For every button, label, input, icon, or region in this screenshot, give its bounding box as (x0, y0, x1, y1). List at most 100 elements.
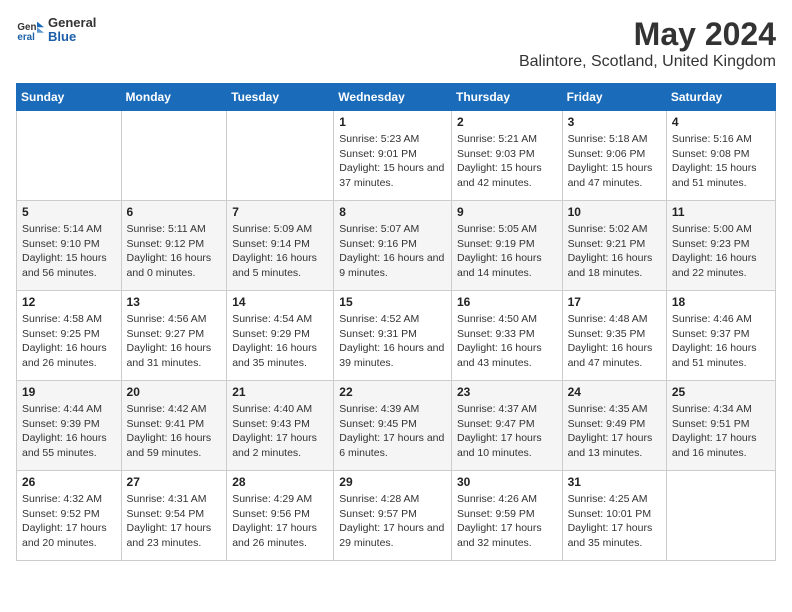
calendar-cell: 21 Sunrise: 4:40 AM Sunset: 9:43 PM Dayli… (227, 381, 334, 471)
calendar-cell: 6Sunrise: 5:11 AM Sunset: 9:12 PM Daylig… (121, 201, 227, 291)
day-info: Sunrise: 4:52 AM Sunset: 9:31 PM Dayligh… (339, 312, 446, 371)
day-info: Sunrise: 4:34 AM Sunset: 9:51 PM Dayligh… (672, 402, 770, 461)
day-info: Sunrise: 5:00 AM Sunset: 9:23 PM Dayligh… (672, 222, 770, 281)
calendar-cell: 20 Sunrise: 4:42 AM Sunset: 9:41 PM Dayli… (121, 381, 227, 471)
week-row-5: 26 Sunrise: 4:32 AM Sunset: 9:52 PM Dayli… (17, 471, 776, 561)
calendar-cell: 24 Sunrise: 4:35 AM Sunset: 9:49 PM Dayli… (562, 381, 666, 471)
day-number: 7 (232, 205, 328, 219)
calendar-cell: 2 Sunrise: 5:21 AM Sunset: 9:03 PM Daylig… (451, 111, 562, 201)
header: Gen eral General Blue May 2024 Balintore… (16, 16, 776, 71)
day-number: 15 (339, 295, 446, 309)
svg-text:eral: eral (17, 32, 35, 43)
day-number: 2 (457, 115, 557, 129)
day-number: 30 (457, 475, 557, 489)
day-info: Sunrise: 4:42 AM Sunset: 9:41 PM Dayligh… (127, 402, 222, 461)
calendar-cell: 26 Sunrise: 4:32 AM Sunset: 9:52 PM Dayli… (17, 471, 122, 561)
calendar-cell: 9Sunrise: 5:05 AM Sunset: 9:19 PM Daylig… (451, 201, 562, 291)
calendar-cell (121, 111, 227, 201)
weekday-header-row: SundayMondayTuesdayWednesdayThursdayFrid… (17, 84, 776, 111)
calendar-cell: 28Sunrise: 4:29 AM Sunset: 9:56 PM Dayli… (227, 471, 334, 561)
calendar-cell: 13 Sunrise: 4:56 AM Sunset: 9:27 PM Dayli… (121, 291, 227, 381)
day-info: Sunrise: 4:37 AM Sunset: 9:47 PM Dayligh… (457, 402, 557, 461)
calendar-cell: 30 Sunrise: 4:26 AM Sunset: 9:59 PM Dayli… (451, 471, 562, 561)
day-info: Sunrise: 5:18 AM Sunset: 9:06 PM Dayligh… (568, 132, 661, 191)
day-info: Sunrise: 5:21 AM Sunset: 9:03 PM Dayligh… (457, 132, 557, 191)
page-title: May 2024 (519, 16, 776, 53)
day-info: Sunrise: 4:32 AM Sunset: 9:52 PM Dayligh… (22, 492, 116, 551)
day-info: Sunrise: 5:14 AM Sunset: 9:10 PM Dayligh… (22, 222, 116, 281)
day-number: 19 (22, 385, 116, 399)
calendar-cell: 17 Sunrise: 4:48 AM Sunset: 9:35 PM Dayli… (562, 291, 666, 381)
calendar-cell: 18 Sunrise: 4:46 AM Sunset: 9:37 PM Dayli… (666, 291, 775, 381)
logo-icon: Gen eral (16, 16, 44, 44)
calendar-cell: 10 Sunrise: 5:02 AM Sunset: 9:21 PM Dayli… (562, 201, 666, 291)
day-info: Sunrise: 4:48 AM Sunset: 9:35 PM Dayligh… (568, 312, 661, 371)
day-info: Sunrise: 4:31 AM Sunset: 9:54 PM Dayligh… (127, 492, 222, 551)
calendar-cell: 22 Sunrise: 4:39 AM Sunset: 9:45 PM Dayli… (334, 381, 452, 471)
calendar-cell: 3Sunrise: 5:18 AM Sunset: 9:06 PM Daylig… (562, 111, 666, 201)
logo-general-text: General (48, 16, 96, 30)
calendar-table: SundayMondayTuesdayWednesdayThursdayFrid… (16, 83, 776, 561)
day-info: Sunrise: 5:02 AM Sunset: 9:21 PM Dayligh… (568, 222, 661, 281)
day-info: Sunrise: 5:05 AM Sunset: 9:19 PM Dayligh… (457, 222, 557, 281)
calendar-cell: 31 Sunrise: 4:25 AM Sunset: 10:01 PM Dayl… (562, 471, 666, 561)
day-number: 16 (457, 295, 557, 309)
calendar-cell: 14Sunrise: 4:54 AM Sunset: 9:29 PM Dayli… (227, 291, 334, 381)
day-info: Sunrise: 5:09 AM Sunset: 9:14 PM Dayligh… (232, 222, 328, 281)
day-info: Sunrise: 4:25 AM Sunset: 10:01 PM Daylig… (568, 492, 661, 551)
week-row-1: 1 Sunrise: 5:23 AM Sunset: 9:01 PM Daylig… (17, 111, 776, 201)
calendar-cell: 12 Sunrise: 4:58 AM Sunset: 9:25 PM Dayli… (17, 291, 122, 381)
page-subtitle: Balintore, Scotland, United Kingdom (519, 53, 776, 71)
day-number: 31 (568, 475, 661, 489)
day-number: 21 (232, 385, 328, 399)
day-info: Sunrise: 4:40 AM Sunset: 9:43 PM Dayligh… (232, 402, 328, 461)
day-number: 23 (457, 385, 557, 399)
day-info: Sunrise: 4:58 AM Sunset: 9:25 PM Dayligh… (22, 312, 116, 371)
day-info: Sunrise: 5:23 AM Sunset: 9:01 PM Dayligh… (339, 132, 446, 191)
day-info: Sunrise: 4:56 AM Sunset: 9:27 PM Dayligh… (127, 312, 222, 371)
day-info: Sunrise: 4:44 AM Sunset: 9:39 PM Dayligh… (22, 402, 116, 461)
calendar-cell: 4Sunrise: 5:16 AM Sunset: 9:08 PM Daylig… (666, 111, 775, 201)
day-info: Sunrise: 4:39 AM Sunset: 9:45 PM Dayligh… (339, 402, 446, 461)
calendar-cell: 27 Sunrise: 4:31 AM Sunset: 9:54 PM Dayli… (121, 471, 227, 561)
day-number: 26 (22, 475, 116, 489)
weekday-header-thursday: Thursday (451, 84, 562, 111)
day-number: 1 (339, 115, 446, 129)
calendar-cell: 1 Sunrise: 5:23 AM Sunset: 9:01 PM Daylig… (334, 111, 452, 201)
calendar-cell: 23 Sunrise: 4:37 AM Sunset: 9:47 PM Dayli… (451, 381, 562, 471)
day-info: Sunrise: 4:50 AM Sunset: 9:33 PM Dayligh… (457, 312, 557, 371)
calendar-cell: 15 Sunrise: 4:52 AM Sunset: 9:31 PM Dayli… (334, 291, 452, 381)
day-number: 10 (568, 205, 661, 219)
calendar-cell (666, 471, 775, 561)
week-row-2: 5 Sunrise: 5:14 AM Sunset: 9:10 PM Daylig… (17, 201, 776, 291)
day-number: 27 (127, 475, 222, 489)
day-number: 18 (672, 295, 770, 309)
logo: Gen eral General Blue (16, 16, 96, 45)
day-info: Sunrise: 4:54 AM Sunset: 9:29 PM Dayligh… (232, 312, 328, 371)
day-number: 5 (22, 205, 116, 219)
day-number: 13 (127, 295, 222, 309)
logo-blue-text: Blue (48, 30, 96, 44)
day-number: 25 (672, 385, 770, 399)
calendar-cell (17, 111, 122, 201)
day-info: Sunrise: 4:26 AM Sunset: 9:59 PM Dayligh… (457, 492, 557, 551)
weekday-header-friday: Friday (562, 84, 666, 111)
day-number: 24 (568, 385, 661, 399)
weekday-header-saturday: Saturday (666, 84, 775, 111)
day-number: 22 (339, 385, 446, 399)
day-number: 20 (127, 385, 222, 399)
weekday-header-monday: Monday (121, 84, 227, 111)
calendar-cell: 19 Sunrise: 4:44 AM Sunset: 9:39 PM Dayli… (17, 381, 122, 471)
calendar-cell: 7 Sunrise: 5:09 AM Sunset: 9:14 PM Daylig… (227, 201, 334, 291)
calendar-cell (227, 111, 334, 201)
day-info: Sunrise: 4:46 AM Sunset: 9:37 PM Dayligh… (672, 312, 770, 371)
calendar-cell: 8Sunrise: 5:07 AM Sunset: 9:16 PM Daylig… (334, 201, 452, 291)
day-info: Sunrise: 4:35 AM Sunset: 9:49 PM Dayligh… (568, 402, 661, 461)
week-row-4: 19 Sunrise: 4:44 AM Sunset: 9:39 PM Dayli… (17, 381, 776, 471)
day-info: Sunrise: 4:28 AM Sunset: 9:57 PM Dayligh… (339, 492, 446, 551)
day-info: Sunrise: 5:11 AM Sunset: 9:12 PM Dayligh… (127, 222, 222, 281)
day-number: 8 (339, 205, 446, 219)
day-number: 12 (22, 295, 116, 309)
day-number: 17 (568, 295, 661, 309)
calendar-cell: 29Sunrise: 4:28 AM Sunset: 9:57 PM Dayli… (334, 471, 452, 561)
